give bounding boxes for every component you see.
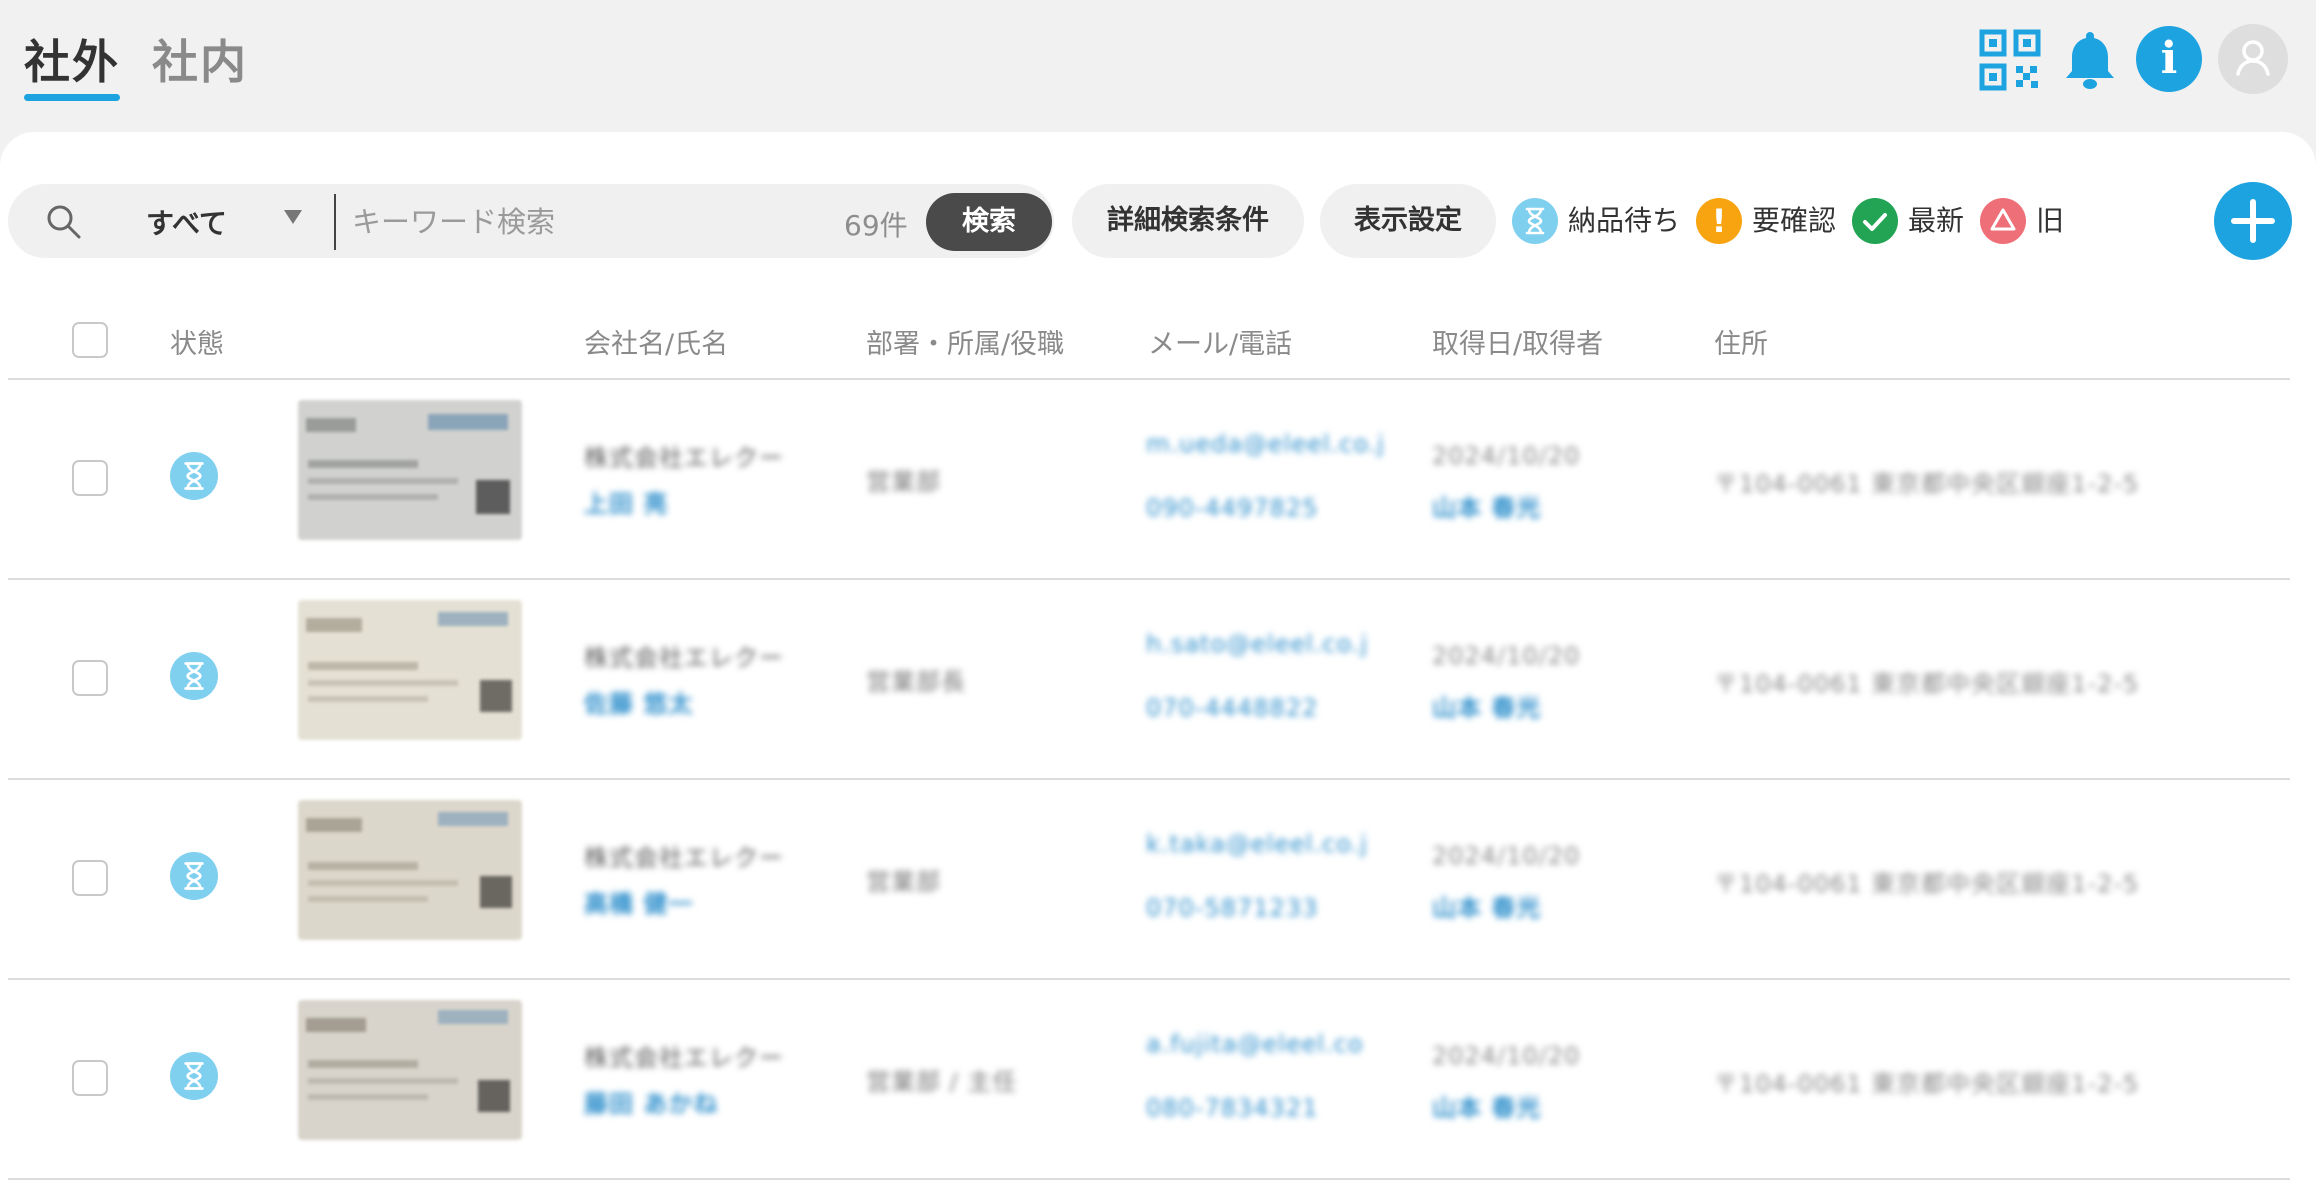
hourglass-icon <box>170 1052 218 1100</box>
company-name: 株式会社エレクー <box>584 644 784 672</box>
header-contact[interactable]: メール/電話 <box>1148 322 1292 361</box>
header-acquired[interactable]: 取得日/取得者 <box>1432 322 1603 361</box>
email-link[interactable]: m.ueda@eleel.co.j <box>1146 430 1385 458</box>
acquired-by[interactable]: 山本 春光 <box>1432 888 1541 923</box>
check-icon <box>1852 198 1898 244</box>
qr-code-icon[interactable] <box>1978 28 2042 92</box>
info-icon[interactable]: i <box>2136 26 2202 92</box>
person-name[interactable]: 佐藤 悠太 <box>584 684 693 719</box>
scope-select[interactable]: すべて <box>146 202 227 242</box>
triangle-icon <box>1980 198 2026 244</box>
legend-old-label: 旧 <box>2036 204 2065 237</box>
acquired-date: 2024/10/20 <box>1432 642 1581 670</box>
table-row[interactable]: 株式会社エレクー 上田 亮 営業部 m.ueda@eleel.co.j 090-… <box>8 380 2290 580</box>
business-card-image[interactable] <box>298 400 522 540</box>
header-company[interactable]: 会社名/氏名 <box>584 322 728 361</box>
acquired-date: 2024/10/20 <box>1432 842 1581 870</box>
row-checkbox[interactable] <box>72 860 108 896</box>
address: 〒104-0061 東京都中央区銀座1-2-5 <box>1714 870 2140 898</box>
table-header: 状態 会社名/氏名 部署・所属/役職 メール/電話 取得日/取得者 住所 <box>8 302 2290 380</box>
business-card-image[interactable] <box>298 800 522 940</box>
row-checkbox[interactable] <box>72 460 108 496</box>
keyword-search-input[interactable] <box>350 196 834 248</box>
tab-outside[interactable]: 社外 <box>24 26 120 92</box>
active-tab-indicator <box>24 94 120 101</box>
acquired-date: 2024/10/20 <box>1432 1042 1581 1070</box>
top-header: 社外 社内 i <box>0 0 2316 132</box>
department: 営業部 / 主任 <box>866 1068 1018 1096</box>
search-bar: すべて 69件 検索 <box>8 184 1054 258</box>
department: 営業部 <box>866 468 941 496</box>
phone-link[interactable]: 090-4497825 <box>1146 494 1318 522</box>
email-link[interactable]: a.fujita@eleel.co <box>1146 1030 1364 1058</box>
search-icon[interactable] <box>44 202 84 242</box>
legend-pending-label: 納品待ち <box>1568 204 1681 237</box>
company-name: 株式会社エレクー <box>584 844 784 872</box>
business-card-image[interactable] <box>298 600 522 740</box>
result-count: 69件 <box>844 209 908 242</box>
main-panel: すべて 69件 検索 詳細検索条件 表示設定 納品待ち ! 要確認 最新 <box>0 132 2316 1192</box>
row-checkbox[interactable] <box>72 1060 108 1096</box>
header-dept[interactable]: 部署・所属/役職 <box>866 322 1064 361</box>
company-name: 株式会社エレクー <box>584 1044 784 1072</box>
person-name[interactable]: 上田 亮 <box>584 484 668 519</box>
email-link[interactable]: k.taka@eleel.co.j <box>1146 830 1368 858</box>
chevron-down-icon[interactable] <box>284 210 302 224</box>
search-button[interactable]: 検索 <box>926 193 1052 251</box>
acquired-by[interactable]: 山本 春光 <box>1432 1088 1541 1123</box>
exclamation-icon: ! <box>1696 198 1742 244</box>
row-checkbox[interactable] <box>72 660 108 696</box>
table-row[interactable]: 株式会社エレクー 高橋 健一 営業部 k.taka@eleel.co.j 070… <box>8 780 2290 980</box>
department: 営業部長 <box>866 668 966 696</box>
address: 〒104-0061 東京都中央区銀座1-2-5 <box>1714 1070 2140 1098</box>
header-address[interactable]: 住所 <box>1714 322 1768 361</box>
header-status[interactable]: 状態 <box>170 322 224 361</box>
business-card-image[interactable] <box>298 1000 522 1140</box>
department: 営業部 <box>866 868 941 896</box>
table-row[interactable]: 株式会社エレクー 藤田 あかね 営業部 / 主任 a.fujita@eleel.… <box>8 980 2290 1180</box>
person-name[interactable]: 藤田 あかね <box>584 1084 718 1119</box>
acquired-by[interactable]: 山本 春光 <box>1432 488 1541 523</box>
hourglass-icon <box>170 652 218 700</box>
legend-latest-label: 最新 <box>1908 204 1965 237</box>
address: 〒104-0061 東京都中央区銀座1-2-5 <box>1714 670 2140 698</box>
hourglass-icon <box>1512 198 1558 244</box>
advanced-search-button[interactable]: 詳細検索条件 <box>1072 184 1304 258</box>
hourglass-icon <box>170 452 218 500</box>
hourglass-icon <box>170 852 218 900</box>
person-name[interactable]: 高橋 健一 <box>584 884 693 919</box>
add-button[interactable] <box>2214 182 2292 260</box>
acquired-date: 2024/10/20 <box>1432 442 1581 470</box>
bell-icon[interactable] <box>2058 28 2122 92</box>
select-all-checkbox[interactable] <box>72 322 108 358</box>
acquired-by[interactable]: 山本 春光 <box>1432 688 1541 723</box>
phone-link[interactable]: 070-4448822 <box>1146 694 1318 722</box>
display-settings-button[interactable]: 表示設定 <box>1320 184 1496 258</box>
email-link[interactable]: h.sato@eleel.co.j <box>1146 630 1368 658</box>
avatar[interactable] <box>2218 24 2288 94</box>
tab-inside[interactable]: 社内 <box>152 26 248 92</box>
phone-link[interactable]: 070-5871233 <box>1146 894 1318 922</box>
address: 〒104-0061 東京都中央区銀座1-2-5 <box>1714 470 2140 498</box>
search-divider <box>334 194 336 250</box>
legend-confirm-label: 要確認 <box>1752 204 1837 237</box>
phone-link[interactable]: 080-7834321 <box>1146 1094 1318 1122</box>
company-name: 株式会社エレクー <box>584 444 784 472</box>
table-row[interactable]: 株式会社エレクー 佐藤 悠太 営業部長 h.sato@eleel.co.j 07… <box>8 580 2290 780</box>
